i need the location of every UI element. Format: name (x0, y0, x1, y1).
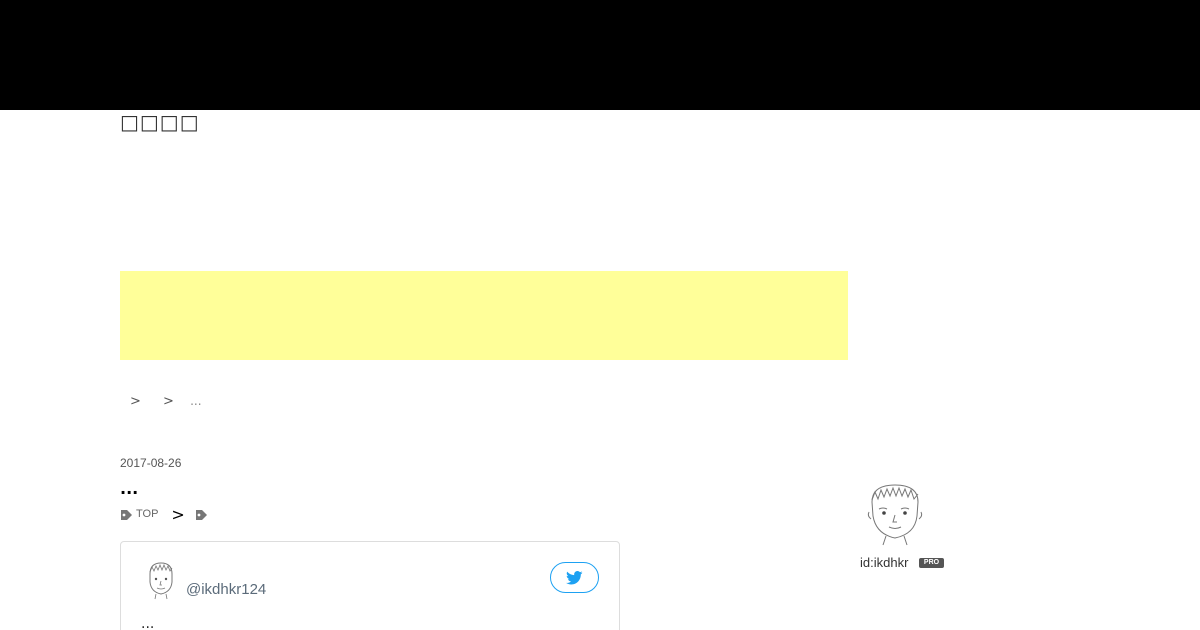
twitter-follow-button[interactable] (550, 562, 599, 593)
profile-avatar[interactable] (866, 482, 924, 546)
blog-page: □□□□ > > ... 2017-08-26 ... TOP > @ikdhk… (0, 0, 1200, 630)
profile-id-link[interactable]: id:ikdhkr (860, 555, 908, 571)
tweet-author-handle[interactable]: @ikdhkr124 (186, 581, 266, 599)
entry-categories: TOP > (120, 503, 211, 525)
entry-title[interactable]: ... (120, 478, 138, 500)
top-header-bar (0, 0, 1200, 110)
ad-banner[interactable] (120, 271, 848, 360)
category-separator: > (171, 504, 185, 524)
tag-icon (195, 508, 208, 520)
twitter-bird-icon (566, 570, 583, 584)
category-link-top[interactable]: TOP (136, 508, 158, 520)
entry-date[interactable]: 2017-08-26 (120, 455, 181, 471)
breadcrumb-separator: > (130, 394, 141, 409)
pro-badge: PRO (919, 558, 944, 568)
breadcrumb-current: ... (190, 394, 202, 408)
embedded-tweet-card: @ikdhkr124 ... (120, 541, 620, 630)
blog-title[interactable]: □□□□ (120, 110, 200, 134)
breadcrumb: > > ... (120, 392, 202, 411)
tweet-author-avatar[interactable] (143, 560, 179, 600)
breadcrumb-separator: > (163, 394, 174, 409)
tag-icon (120, 508, 133, 520)
tweet-text: ... (141, 616, 155, 630)
